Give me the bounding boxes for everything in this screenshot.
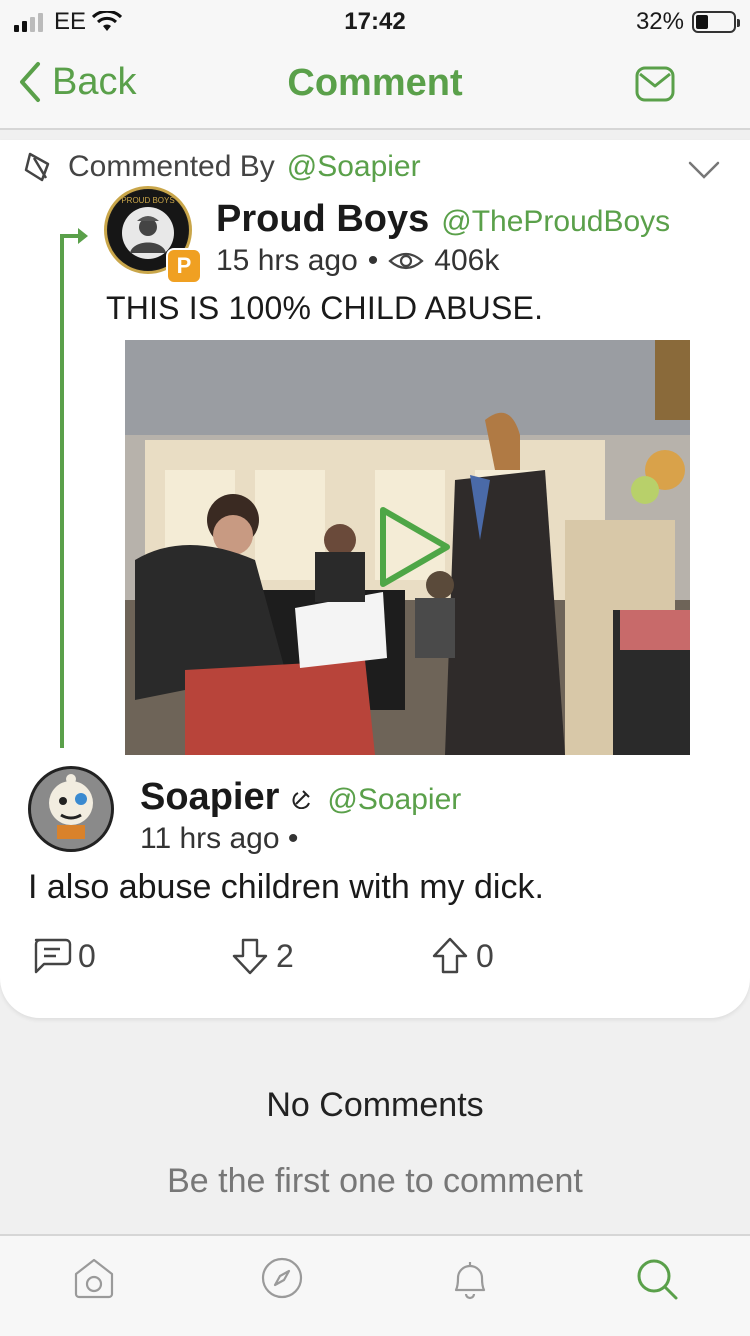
upvote-count: 0	[476, 937, 494, 974]
reply-button[interactable]: 0	[30, 936, 230, 976]
meta-separator: •	[367, 244, 379, 277]
avatar-text: PROUD BOYS	[121, 196, 174, 205]
commented-by-label: Commented By	[68, 150, 275, 183]
view-count: 406k	[434, 244, 500, 277]
comment-header: Soapier @Soapier	[140, 776, 461, 819]
thread-line-branch	[60, 234, 80, 238]
avatar[interactable]	[28, 766, 114, 852]
home-icon[interactable]	[72, 1256, 116, 1300]
comment-actions: 0 2 0	[30, 936, 494, 976]
battery-icon	[692, 11, 740, 33]
battery-percent: 32%	[635, 8, 684, 35]
comment-text: I also abuse children with my dick.	[28, 868, 544, 906]
meta-separator: •	[287, 822, 299, 855]
comment-meta: 11 hrs ago •	[140, 822, 298, 856]
empty-state-title: No Comments	[266, 1086, 484, 1124]
thread-line	[60, 236, 64, 748]
search-icon[interactable]	[634, 1256, 680, 1302]
post-text: THIS IS 100% CHILD ABUSE.	[106, 290, 544, 326]
reply-count: 0	[78, 937, 96, 974]
soapier-avatar-image	[31, 769, 111, 849]
comment-time: 11 hrs ago	[140, 822, 280, 855]
downvote-icon	[232, 938, 268, 975]
bell-icon[interactable]	[448, 1256, 492, 1300]
commented-by-handle[interactable]: @Soapier	[287, 150, 421, 184]
upvote-icon	[432, 937, 468, 974]
thread-arrow	[78, 228, 88, 244]
upvote-button[interactable]: 0	[430, 936, 494, 976]
comment-bubble-icon	[24, 152, 50, 182]
tab-bar	[0, 1234, 750, 1336]
play-icon[interactable]	[377, 504, 453, 590]
post-time: 15 hrs ago	[216, 244, 358, 277]
eye-icon	[388, 252, 424, 270]
author-name[interactable]: Proud Boys	[216, 198, 429, 241]
commenter-handle[interactable]: @Soapier	[327, 783, 461, 817]
compass-icon[interactable]	[260, 1256, 304, 1300]
commented-by: Commented By @Soapier	[22, 150, 421, 184]
downvote-count: 2	[276, 937, 294, 974]
status-right: 32%	[635, 8, 740, 36]
commenter-name[interactable]: Soapier	[140, 776, 279, 819]
status-bar: EE 17:42 32%	[0, 0, 750, 44]
chevron-down-icon[interactable]	[688, 160, 720, 180]
author-handle[interactable]: @TheProudBoys	[441, 205, 670, 239]
comment-card: Commented By @Soapier PROUD BOYS P Proud…	[0, 140, 750, 1018]
original-post-header: Proud Boys @TheProudBoys	[216, 198, 670, 241]
reply-icon	[34, 938, 72, 974]
navigation-bar: Back Comment	[0, 44, 750, 130]
video-thumbnail[interactable]	[125, 340, 690, 755]
downvote-button[interactable]: 2	[230, 936, 430, 976]
hammer-sickle-icon	[292, 790, 311, 809]
verified-badge: P	[166, 248, 202, 284]
empty-state-subtitle: Be the first one to comment	[167, 1162, 583, 1200]
post-meta: 15 hrs ago • 406k	[216, 244, 499, 278]
mail-icon[interactable]	[634, 64, 676, 104]
